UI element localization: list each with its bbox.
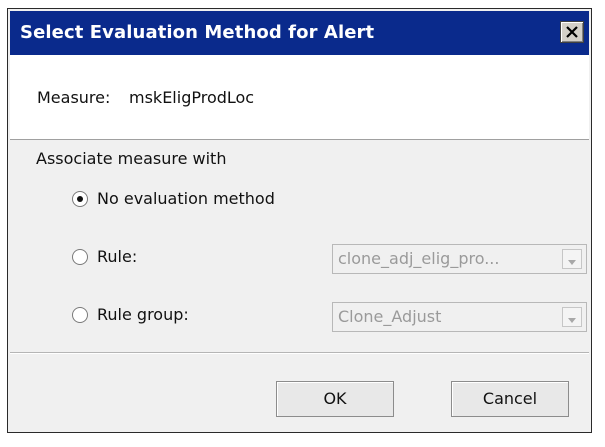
rule-group-select-value: Clone_Adjust	[338, 307, 442, 326]
measure-value: mskEligProdLoc	[129, 88, 255, 107]
option-label-rule-group: Rule group:	[97, 305, 189, 324]
chevron-down-icon	[568, 308, 576, 327]
radio-selected-dot	[77, 196, 83, 202]
option-label-rule: Rule:	[97, 247, 138, 266]
close-button[interactable]	[560, 21, 584, 43]
radio-rule-group[interactable]	[72, 307, 88, 323]
rule-group-dropdown-button[interactable]	[562, 307, 582, 327]
cancel-button[interactable]: Cancel	[451, 381, 569, 417]
radio-rule[interactable]	[72, 249, 88, 265]
rule-select-value: clone_adj_elig_pro...	[338, 249, 500, 268]
close-icon	[566, 26, 578, 38]
measure-label: Measure:	[37, 88, 111, 107]
title-bar[interactable]: Select Evaluation Method for Alert	[10, 11, 589, 55]
measure-panel: Measure: mskEligProdLoc	[10, 55, 589, 140]
evaluation-method-dialog: Select Evaluation Method for Alert Measu…	[7, 8, 592, 433]
divider-highlight	[10, 353, 589, 354]
chevron-down-icon	[568, 250, 576, 269]
rule-select[interactable]: clone_adj_elig_pro...	[332, 244, 587, 274]
rule-group-select[interactable]: Clone_Adjust	[332, 302, 587, 332]
rule-dropdown-button[interactable]	[562, 249, 582, 269]
option-label-no-evaluation: No evaluation method	[97, 189, 275, 208]
radio-no-evaluation-method[interactable]	[72, 191, 88, 207]
dialog-title: Select Evaluation Method for Alert	[20, 22, 375, 43]
ok-button[interactable]: OK	[276, 381, 394, 417]
associate-section-label: Associate measure with	[36, 149, 227, 168]
